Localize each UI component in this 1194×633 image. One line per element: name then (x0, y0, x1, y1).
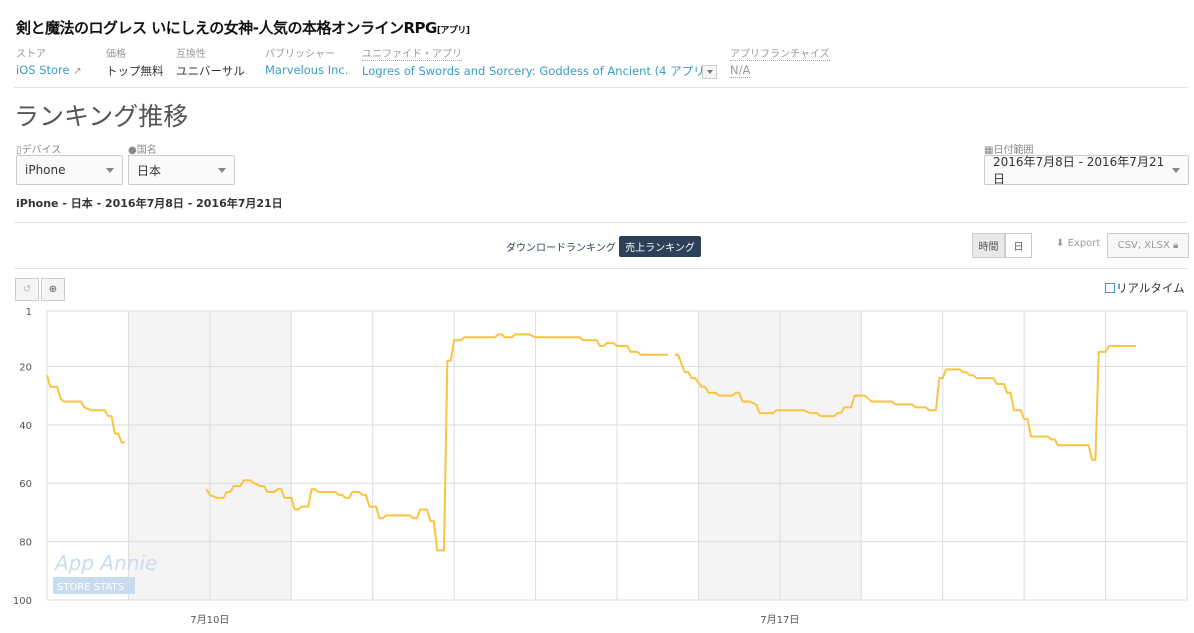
ranking-line (46, 374, 126, 444)
y-tick-label: 60 (19, 479, 32, 490)
ranking-chart[interactable]: 1 20 40 60 80 100 7月10日 7月17日 App Annie STORE S… (0, 0, 1194, 633)
x-tick-label: 7月10日 (190, 614, 229, 626)
watermark-sub: STORE STATS (57, 582, 124, 593)
y-tick-label: 20 (19, 362, 32, 373)
watermark-brand: App Annie (53, 551, 157, 575)
y-tick-label: 1 (26, 307, 32, 318)
y-tick-label: 80 (19, 538, 32, 549)
y-tick-label: 40 (19, 421, 32, 432)
y-tick-label: 100 (13, 596, 32, 607)
x-tick-label: 7月17日 (760, 614, 799, 626)
